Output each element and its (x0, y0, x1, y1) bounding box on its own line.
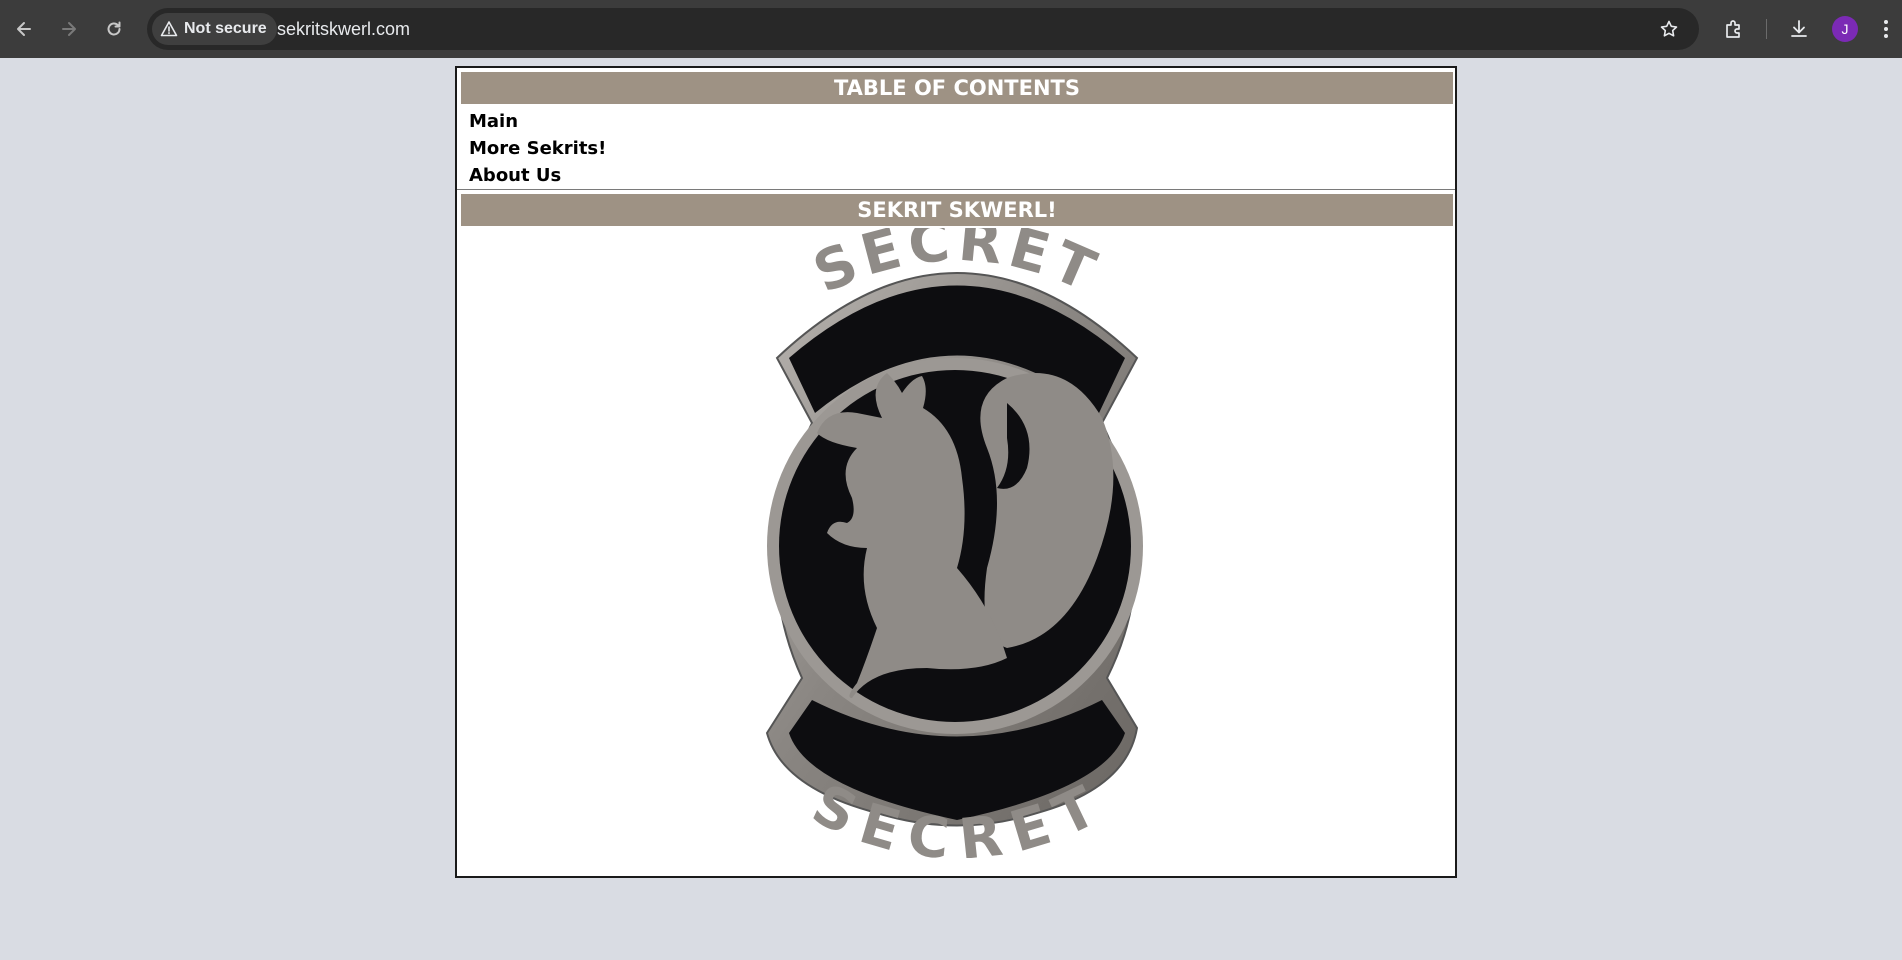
reload-icon (107, 21, 121, 36)
downloads-button[interactable] (1783, 13, 1815, 45)
warning-icon (160, 21, 178, 37)
toc-link-more-sekrits[interactable]: More Sekrits! (469, 135, 606, 162)
security-label: Not secure (184, 20, 267, 37)
toc-list: Main More Sekrits! About Us (469, 108, 606, 189)
extensions-icon (1726, 20, 1740, 38)
bookmark-button[interactable] (1653, 13, 1685, 45)
site-security-chip[interactable]: Not secure (152, 13, 277, 45)
secret-squirrel-badge: SECRET SECRET (707, 209, 1207, 873)
extensions-button[interactable] (1718, 13, 1750, 45)
forward-button[interactable] (53, 13, 85, 45)
browser-toolbar: Not secure sekritskwerl.com J (0, 0, 1902, 58)
url-text[interactable]: sekritskwerl.com (277, 8, 410, 50)
download-icon (1791, 20, 1807, 37)
page-frame: TABLE OF CONTENTS Main More Sekrits! Abo… (455, 66, 1457, 878)
profile-avatar[interactable]: J (1832, 16, 1858, 42)
reload-button[interactable] (98, 13, 130, 45)
menu-icon (1884, 20, 1888, 38)
badge-image: SECRET SECRET (765, 209, 1143, 873)
toolbar-separator (1766, 19, 1767, 39)
toc-link-about-us[interactable]: About Us (469, 162, 606, 189)
address-bar[interactable]: Not secure sekritskwerl.com (147, 8, 1699, 50)
browser-menu-button[interactable] (1870, 13, 1902, 45)
back-button[interactable] (8, 13, 40, 45)
main-title: SEKRIT SKWERL! (461, 194, 1453, 226)
forward-icon (62, 22, 76, 36)
toc-link-main[interactable]: Main (469, 108, 606, 135)
section-divider (457, 189, 1455, 190)
back-icon (17, 22, 31, 36)
toc-title: TABLE OF CONTENTS (461, 72, 1453, 104)
star-icon (1660, 20, 1678, 37)
